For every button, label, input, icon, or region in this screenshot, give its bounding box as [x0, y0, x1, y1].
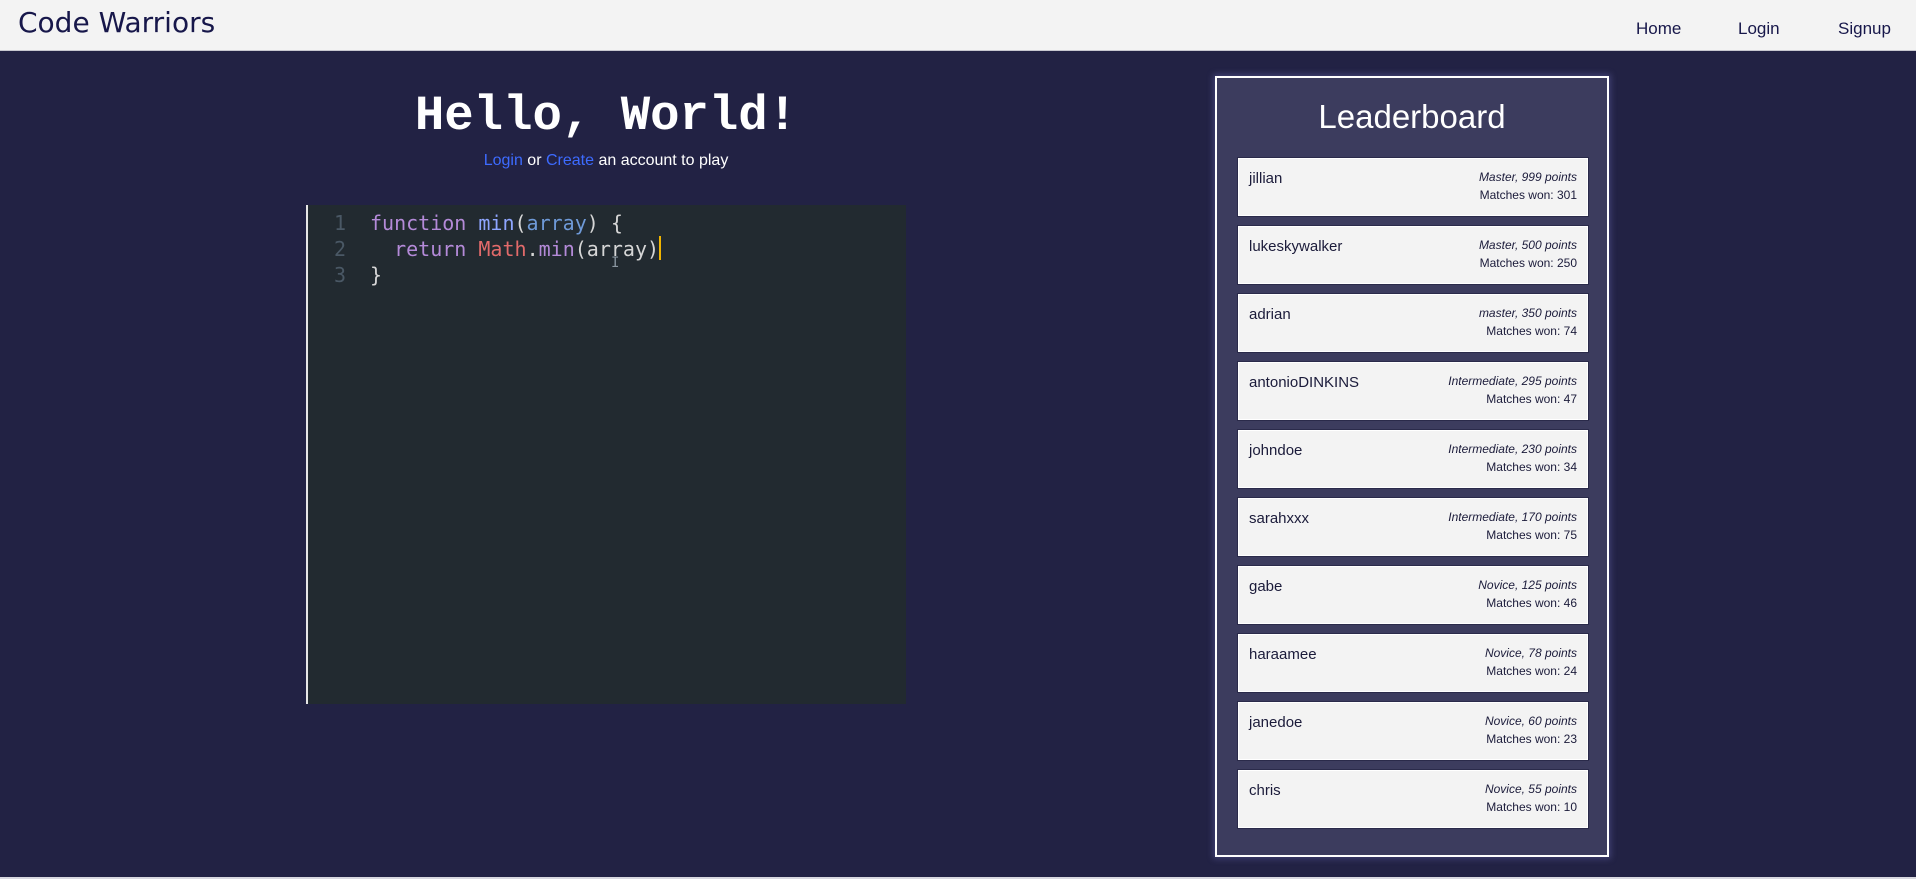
matches-won: Matches won: 301 [1479, 188, 1577, 202]
player-rank: master, 350 points [1478, 306, 1577, 320]
code-editor[interactable]: I 1 function min(array) {2 return Math.mi… [306, 205, 906, 704]
player-rank: Intermediate, 170 points [1448, 510, 1577, 524]
hero-title: Hello, World! [414, 88, 798, 144]
player-rank: Intermediate, 295 points [1448, 374, 1577, 388]
line-number: 1 [334, 211, 347, 235]
player-rank: Novice, 78 points [1484, 646, 1577, 660]
player-name: haraamee [1249, 646, 1317, 663]
code-token: } [370, 263, 383, 287]
leaderboard-panel: Leaderboard jillian Master, 999 points Mat… [1215, 76, 1609, 857]
nav-login-link[interactable]: Login [1738, 19, 1780, 39]
or-text: or [522, 152, 546, 169]
play-text: an account to play [594, 152, 729, 169]
code-token: min [538, 237, 575, 261]
hero-subtitle: Login or Create an account to play [306, 152, 906, 170]
create-account-link[interactable]: Create [546, 152, 594, 169]
matches-won: Matches won: 74 [1486, 324, 1577, 338]
brand-logo[interactable]: Code Warriors [18, 6, 215, 39]
leaderboard-entry[interactable]: jillian Master, 999 points Matches won: 30… [1237, 157, 1589, 217]
leaderboard-entry[interactable]: chris Novice, 55 points Matches won: 10 [1237, 769, 1589, 829]
player-name: adrian [1249, 306, 1291, 323]
login-link[interactable]: Login [484, 152, 523, 169]
top-navbar: Code Warriors Home Login Signup [0, 0, 1916, 51]
leaderboard-entry[interactable]: janedoe Novice, 60 points Matches won: 23 [1237, 701, 1589, 761]
nav-home-link[interactable]: Home [1636, 19, 1681, 39]
matches-won: Matches won: 34 [1486, 460, 1577, 474]
code-line[interactable]: 3} [308, 262, 898, 288]
nav-signup-link[interactable]: Signup [1838, 19, 1891, 39]
line-number: 3 [334, 263, 347, 287]
code-text: return Math.min(array) [370, 236, 662, 262]
player-name: lukeskywalker [1249, 238, 1343, 255]
matches-won: Matches won: 46 [1486, 596, 1577, 610]
leaderboard-entry[interactable]: adrian master, 350 points Matches won: 74 [1237, 293, 1589, 353]
code-text: function min(array) { [370, 210, 623, 236]
matches-won: Matches won: 24 [1486, 664, 1577, 678]
leaderboard-title: Leaderboard [1318, 98, 1506, 135]
code-token: function [370, 211, 467, 235]
player-rank: Novice, 55 points [1484, 782, 1577, 796]
code-token: (array) [574, 237, 660, 261]
player-rank: Intermediate, 230 points [1448, 442, 1577, 456]
matches-won: Matches won: 250 [1479, 256, 1577, 270]
player-name: janedoe [1249, 714, 1303, 731]
code-token: ( [514, 211, 527, 235]
code-text: } [370, 262, 382, 288]
player-rank: Novice, 60 points [1484, 714, 1577, 728]
leaderboard-entry[interactable]: johndoe Intermediate, 230 points Matches w… [1237, 429, 1589, 489]
code-token: ) { [586, 211, 623, 235]
matches-won: Matches won: 10 [1486, 800, 1577, 814]
line-number: 2 [334, 237, 347, 261]
code-line[interactable]: 2 return Math.min(array) [308, 236, 898, 262]
player-name: jillian [1249, 170, 1283, 187]
code-token: array [526, 211, 587, 235]
player-rank: Master, 500 points [1478, 238, 1577, 252]
matches-won: Matches won: 47 [1486, 392, 1577, 406]
code-line[interactable]: 1 function min(array) { [308, 210, 898, 236]
code-token: min [478, 211, 515, 235]
matches-won: Matches won: 75 [1486, 528, 1577, 542]
player-name: antonioDINKINS [1249, 374, 1360, 391]
code-token: return [394, 237, 467, 261]
leaderboard-entry[interactable]: gabe Novice, 125 points Matches won: 46 [1237, 565, 1589, 625]
leaderboard-entry[interactable]: lukeskywalker Master, 500 points Matches w… [1237, 225, 1589, 285]
leaderboard-entry[interactable]: haraamee Novice, 78 points Matches won: 24 [1237, 633, 1589, 693]
code-token: Math [478, 237, 527, 261]
player-name: chris [1249, 782, 1281, 799]
player-name: johndoe [1249, 442, 1303, 459]
matches-won: Matches won: 23 [1486, 732, 1577, 746]
player-name: gabe [1249, 578, 1283, 595]
leaderboard-entry[interactable]: antonioDINKINS Intermediate, 295 points Ma… [1237, 361, 1589, 421]
player-name: sarahxxx [1249, 510, 1310, 527]
code-token: . [526, 237, 539, 261]
player-rank: Master, 999 points [1478, 170, 1577, 184]
player-rank: Novice, 125 points [1478, 578, 1577, 592]
leaderboard-entry[interactable]: sarahxxx Intermediate, 170 points Matches … [1237, 497, 1589, 557]
caret [659, 236, 662, 260]
